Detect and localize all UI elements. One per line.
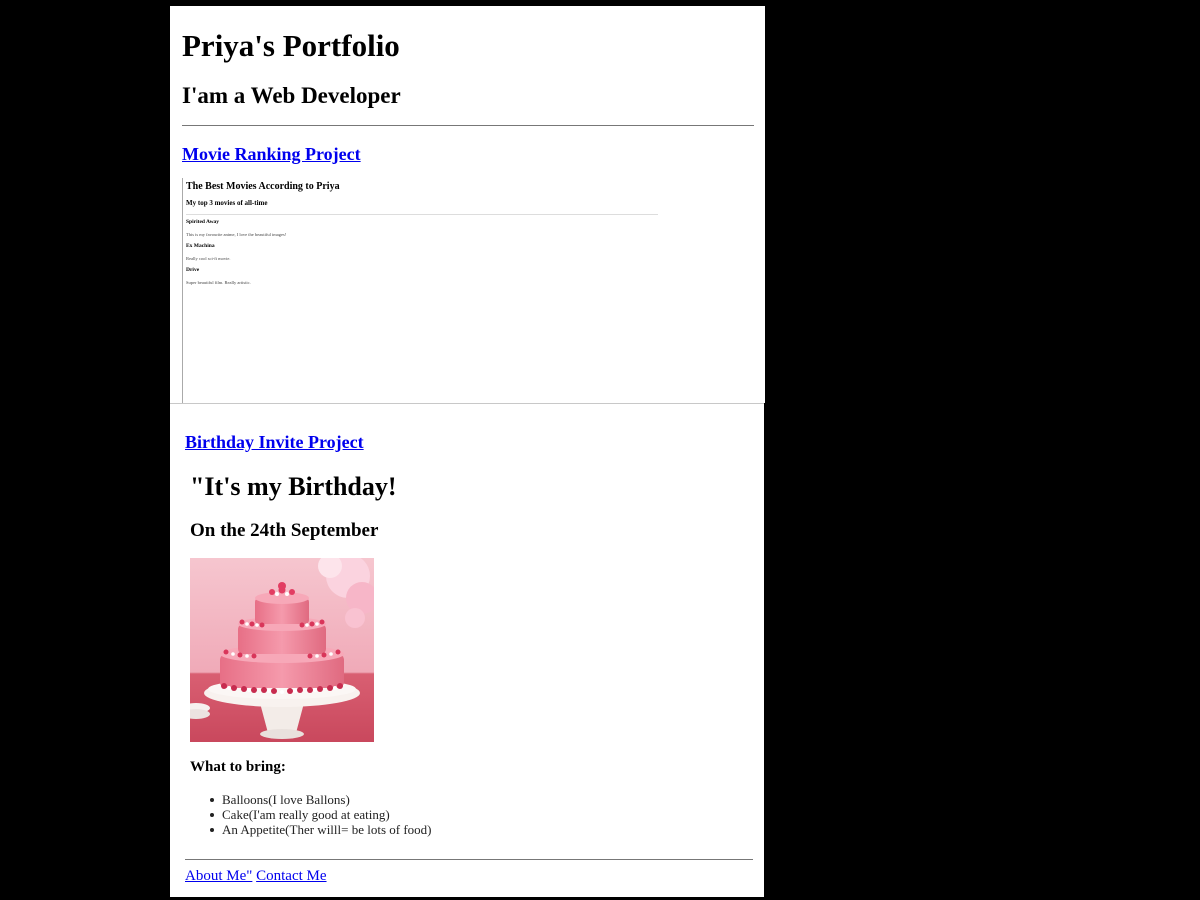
- page-subtitle: I'am a Web Developer: [182, 83, 401, 108]
- movie-description: Super beautiful film. Really artistic.: [186, 280, 251, 285]
- movie-description: Really cool sci-fi movie.: [186, 256, 231, 261]
- movie-ranking-preview-frame[interactable]: The Best Movies According to Priya My to…: [182, 178, 765, 403]
- footer-links: About Me" Contact Me: [185, 869, 327, 884]
- preview-title: The Best Movies According to Priya: [186, 181, 340, 192]
- movie-description: This is my favourite anime, I love the b…: [186, 232, 287, 237]
- birthday-section: Birthday Invite Project "It's my Birthda…: [170, 403, 764, 897]
- portfolio-page: Priya's Portfolio I'am a Web Developer M…: [170, 6, 765, 403]
- birthday-invite-project-link[interactable]: Birthday Invite Project: [185, 433, 364, 451]
- divider: [182, 125, 754, 126]
- movie-title: Drive: [186, 267, 200, 273]
- list-item: Balloons(I love Ballons): [210, 792, 432, 807]
- birthday-cake-image: [190, 558, 374, 742]
- list-item: An Appetite(Ther willl= be lots of food): [210, 822, 432, 837]
- movie-ranking-project-link[interactable]: Movie Ranking Project: [182, 145, 361, 163]
- bring-list: Balloons(I love Ballons) Cake(I'am reall…: [210, 792, 432, 837]
- movie-title: Spirited Away: [186, 219, 220, 225]
- birthday-heading: "It's my Birthday!: [190, 472, 397, 501]
- contact-me-link[interactable]: Contact Me: [256, 868, 326, 884]
- page-title: Priya's Portfolio: [182, 28, 400, 63]
- birthday-date: On the 24th September: [190, 520, 379, 541]
- what-to-bring-heading: What to bring:: [190, 759, 286, 775]
- footer-divider: [185, 859, 753, 860]
- list-item: Cake(I'am really good at eating): [210, 807, 432, 822]
- about-me-link[interactable]: About Me": [185, 868, 252, 884]
- movie-title: Ex Machina: [186, 243, 215, 249]
- preview-subtitle: My top 3 movies of all-time: [186, 199, 268, 207]
- preview-divider: [186, 214, 658, 215]
